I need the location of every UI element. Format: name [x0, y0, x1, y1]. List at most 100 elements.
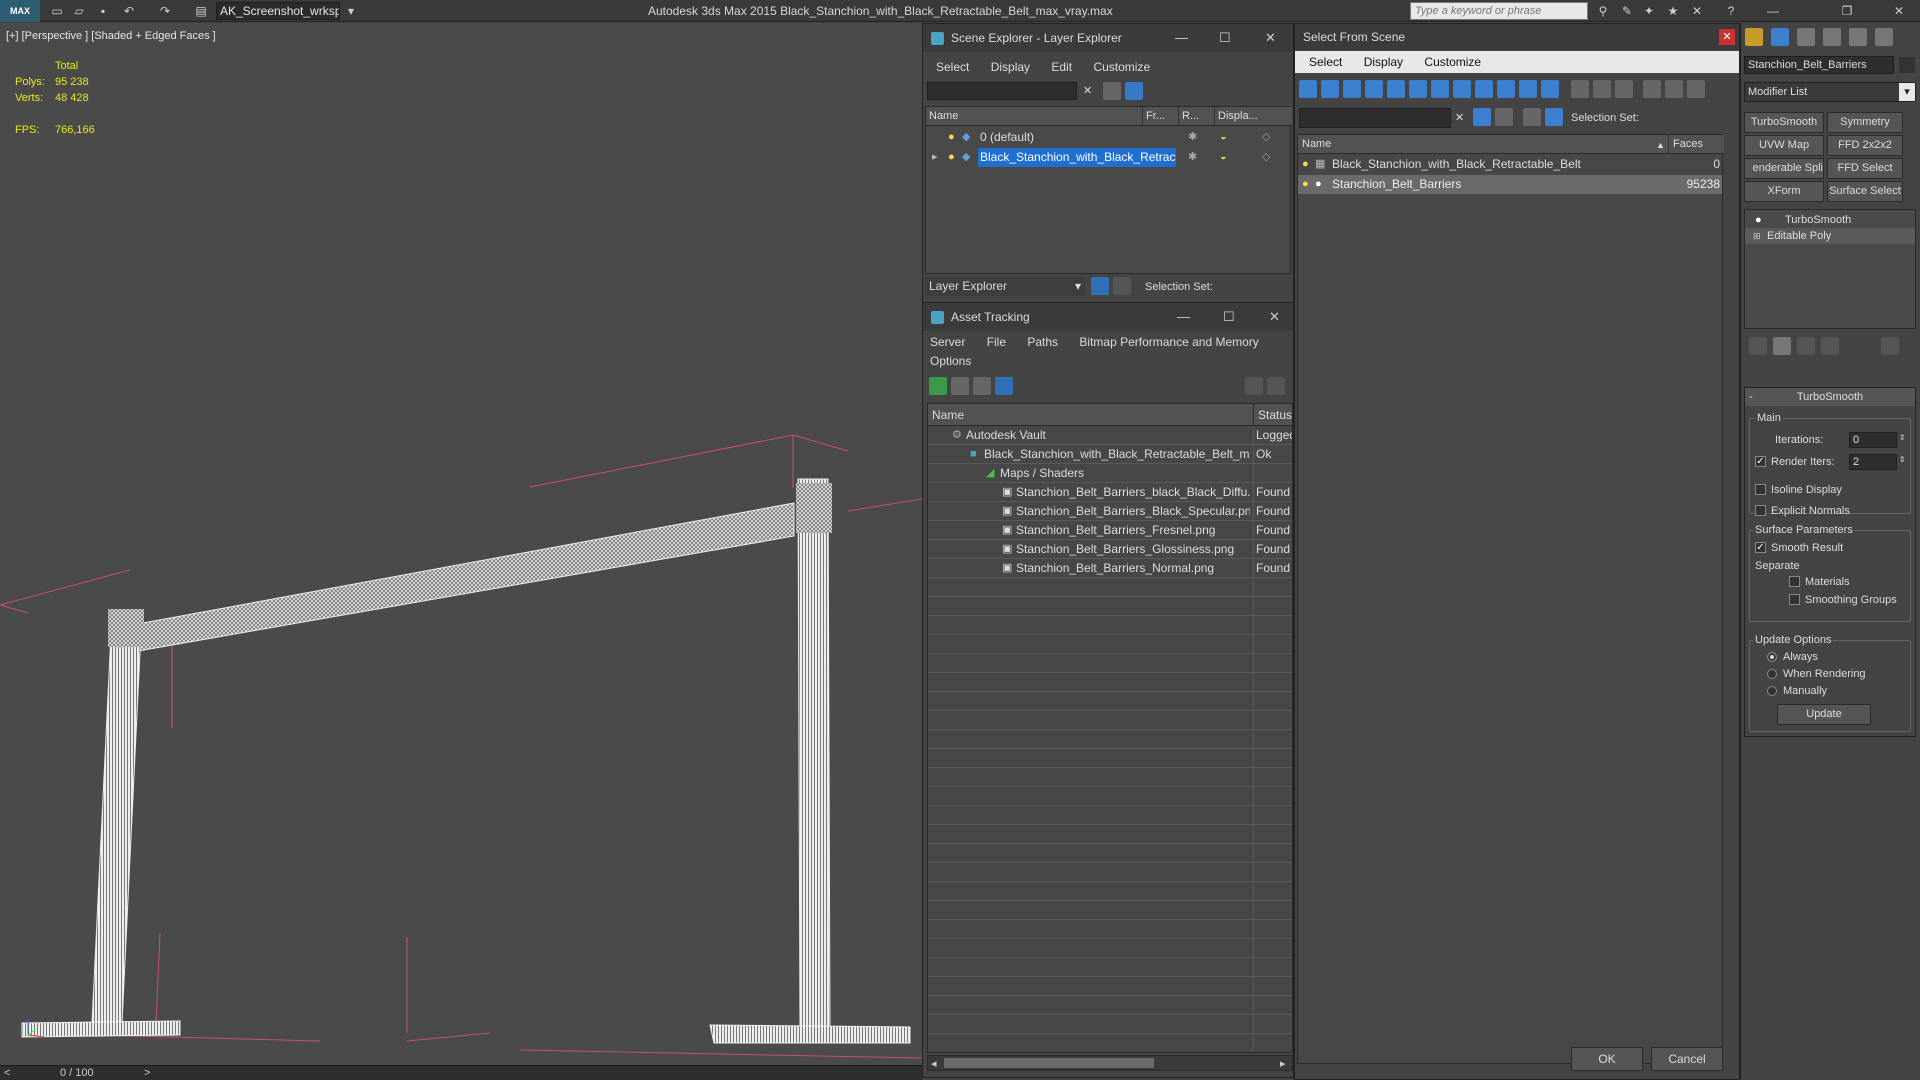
restore-icon[interactable]: ❐ — [1838, 2, 1856, 20]
project-folder-icon[interactable]: ▤ — [192, 2, 210, 20]
sort-ascending-icon[interactable]: ▲ — [1656, 139, 1665, 151]
layer-name[interactable]: 0 (default) — [980, 128, 1034, 147]
select-from-scene-title-bar[interactable]: Select From Scene ✕ — [1295, 24, 1739, 50]
asset-row[interactable]: ▣ Stanchion_Belt_Barriers_Fresnel.png Fo… — [928, 521, 1292, 540]
filter-frozen-icon[interactable] — [1519, 80, 1537, 98]
hierarchy-icon[interactable] — [1545, 108, 1563, 126]
spinner-arrows-icon[interactable]: ⇕ — [1899, 432, 1906, 444]
materials-checkbox[interactable] — [1789, 576, 1800, 587]
configure-modifier-sets-icon[interactable] — [1881, 337, 1899, 355]
asset-row[interactable]: ■ Black_Stanchion_with_Black_Retractable… — [928, 445, 1292, 464]
utilities-tab-icon[interactable] — [1875, 28, 1893, 46]
select-dependents-icon[interactable] — [1495, 108, 1513, 126]
settings-icon[interactable] — [1267, 377, 1285, 395]
search-input[interactable]: Type a keyword or phrase — [1410, 2, 1588, 20]
filter-icon[interactable] — [1103, 82, 1121, 100]
asset-row[interactable]: ⚙ Autodesk Vault Logged — [928, 426, 1292, 445]
workspace-dropdown[interactable]: AK_Screenshot_wrksp — [216, 2, 340, 20]
chevron-down-icon[interactable]: ▾ — [1899, 83, 1915, 101]
modifier-button-surface-select[interactable]: Surface Select — [1827, 181, 1903, 202]
modifier-button-symmetry[interactable]: Symmetry — [1827, 112, 1903, 133]
filter-shapes-icon[interactable] — [1321, 80, 1339, 98]
expand-plus-icon[interactable]: ⊞ — [1753, 230, 1761, 242]
modifier-button-ffd-select[interactable]: FFD Select — [1827, 158, 1903, 179]
layer-name-selected[interactable]: Black_Stanchion_with_Black_Retracta... — [978, 148, 1176, 167]
filter-containers-icon[interactable] — [1497, 80, 1515, 98]
menu-display[interactable]: Display — [991, 60, 1030, 74]
display-tab-icon[interactable] — [1849, 28, 1867, 46]
column-header-name[interactable]: Name — [928, 404, 1253, 426]
menu-options[interactable]: Options — [930, 354, 971, 368]
display-box-icon[interactable]: ◇ — [1262, 131, 1270, 143]
select-invert-icon[interactable] — [1615, 80, 1633, 98]
always-radio[interactable] — [1767, 652, 1777, 662]
lightbulb-icon[interactable]: ● — [948, 131, 955, 143]
filter-cameras-icon[interactable] — [1365, 80, 1383, 98]
perspective-viewport[interactable]: [+] [Perspective ] [Shaded + Edged Faces… — [0, 23, 922, 1065]
close-icon[interactable]: ✕ — [1719, 29, 1735, 45]
iterations-spinner[interactable]: 0 — [1849, 432, 1897, 448]
layer-row[interactable]: ● ◆ 0 (default) ✱ ◒ ◇ — [926, 128, 1290, 147]
render-iters-checkbox[interactable]: ✓ — [1755, 456, 1766, 467]
lightbulb-icon[interactable]: ● — [1302, 178, 1309, 190]
modifier-button-ffd[interactable]: FFD 2x2x2 — [1827, 135, 1903, 156]
layers-icon[interactable] — [1523, 108, 1541, 126]
horizontal-scrollbar[interactable]: ◂ ▸ — [927, 1055, 1293, 1071]
object-row-selected[interactable]: ● ● Stanchion_Belt_Barriers 95238 — [1298, 175, 1722, 194]
explorer-type-dropdown[interactable]: Layer Explorer ▾ — [925, 276, 1085, 296]
column-header-faces[interactable]: Faces — [1668, 135, 1724, 154]
chevron-down-icon[interactable]: ▾ — [1075, 276, 1081, 296]
menu-customize[interactable]: Customize — [1093, 60, 1150, 74]
rollout-header[interactable]: - TurboSmooth — [1745, 388, 1915, 406]
object-row[interactable]: ● ▦ Black_Stanchion_with_Black_Retractab… — [1298, 155, 1722, 174]
remove-modifier-icon[interactable] — [1821, 337, 1839, 355]
asset-row[interactable]: ▣ Stanchion_Belt_Barriers_Glossiness.png… — [928, 540, 1292, 559]
motion-tab-icon[interactable] — [1823, 28, 1841, 46]
filter-bones-icon[interactable] — [1475, 80, 1493, 98]
expand-arrow-icon[interactable]: ▸ — [932, 151, 938, 163]
modifier-list-dropdown[interactable]: Modifier List ▾ — [1744, 82, 1916, 102]
scene-explorer-title-bar[interactable]: Scene Explorer - Layer Explorer — ☐ ✕ — [923, 24, 1293, 52]
time-slider-prev-button[interactable]: < — [4, 1066, 10, 1080]
stack-item-turbosmooth[interactable]: ● TurboSmooth — [1745, 212, 1915, 228]
help-icon[interactable]: ? — [1722, 2, 1740, 20]
modifier-button-renderable-spline[interactable]: enderable Spli — [1744, 158, 1824, 179]
chevron-down-icon[interactable]: ▾ — [342, 2, 360, 20]
stack-item-editable-poly[interactable]: ⊞ Editable Poly — [1745, 228, 1915, 244]
smooth-result-checkbox[interactable]: ✓ — [1755, 542, 1766, 553]
open-file-icon[interactable]: ▱ — [70, 2, 88, 20]
filter-geometry-icon[interactable] — [1299, 80, 1317, 98]
column-header-status[interactable]: Status — [1253, 404, 1292, 426]
filter-icon[interactable] — [1473, 108, 1491, 126]
ok-button[interactable]: OK — [1571, 1047, 1643, 1071]
collapse-icon[interactable] — [1687, 80, 1705, 98]
modifier-button-xform[interactable]: XForm — [1744, 181, 1824, 202]
collapse-minus-icon[interactable]: - — [1749, 388, 1753, 406]
minimize-icon[interactable]: — — [1175, 31, 1188, 45]
spinner-arrows-icon[interactable]: ⇕ — [1899, 454, 1906, 466]
clear-filter-icon[interactable]: ✕ — [1083, 85, 1092, 97]
save-icon[interactable]: ▪ — [94, 2, 112, 20]
close-icon[interactable]: ✕ — [1269, 310, 1280, 324]
time-slider-next-button[interactable]: > — [144, 1066, 150, 1080]
filter-funnel-icon[interactable] — [1643, 80, 1661, 98]
close-icon[interactable]: ✕ — [1890, 2, 1908, 20]
render-teapot-icon[interactable]: ◒ — [1220, 131, 1227, 143]
isoline-display-checkbox[interactable] — [1755, 484, 1766, 495]
thumbnail-view-icon[interactable] — [973, 377, 991, 395]
asset-row[interactable]: ▣ Stanchion_Belt_Barriers_Normal.png Fou… — [928, 559, 1292, 578]
hierarchy-icon[interactable] — [1113, 277, 1131, 295]
menu-file[interactable]: File — [987, 335, 1006, 349]
menu-display[interactable]: Display — [1364, 55, 1403, 69]
list-view-icon[interactable] — [951, 377, 969, 395]
maximize-icon[interactable]: ☐ — [1223, 310, 1235, 324]
column-header-name[interactable]: Name — [1298, 135, 1668, 154]
asset-tracking-title-bar[interactable]: Asset Tracking — ☐ ✕ — [923, 303, 1293, 331]
wrench-icon[interactable]: ✎ — [1618, 2, 1636, 20]
freeze-icon[interactable]: ✱ — [1188, 131, 1197, 143]
lightbulb-icon[interactable]: ● — [948, 151, 955, 163]
column-header-render[interactable]: R... — [1178, 107, 1214, 126]
layer-row[interactable]: ▸ ● ◆ Black_Stanchion_with_Black_Retract… — [926, 148, 1290, 167]
redo-icon[interactable]: ↷ — [156, 2, 174, 20]
when-rendering-radio[interactable] — [1767, 669, 1777, 679]
